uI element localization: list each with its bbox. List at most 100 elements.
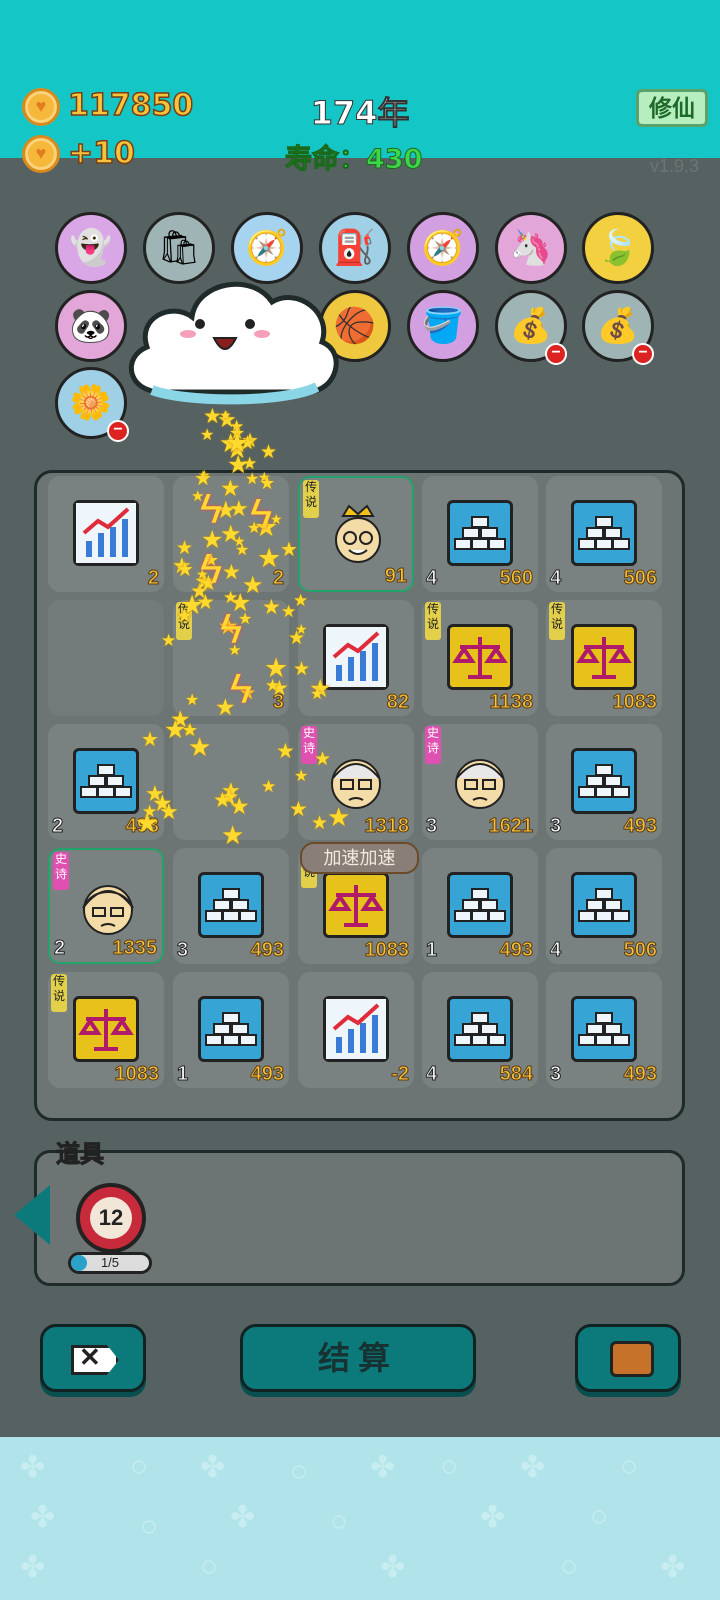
board-cell[interactable]: 3 493 [173, 848, 289, 964]
leaf-icon[interactable]: 🍃 [582, 212, 654, 284]
star-particle-icon: ★ [233, 533, 246, 549]
bucket-icon[interactable]: 🪣 [407, 290, 479, 362]
flower-deco-icon: ✤ [20, 1451, 46, 1484]
star-particle-icon: ★ [164, 716, 187, 744]
settle-button[interactable]: 结算 [240, 1324, 476, 1392]
cell-value: 493 [499, 939, 533, 962]
remove-icon[interactable]: − [545, 343, 567, 365]
gold-bars-icon [198, 996, 264, 1062]
prop-progress-text: 1/5 [100, 1255, 120, 1270]
cell-value: 584 [499, 1063, 533, 1086]
star-particle-icon: ★ [219, 407, 232, 423]
star-particle-icon: ★ [159, 799, 179, 824]
lightning-icon: ϟ [230, 665, 253, 712]
cell-value: 1083 [114, 1063, 159, 1086]
star-particle-icon: ★ [311, 813, 329, 834]
cell-level: 2 [51, 815, 64, 838]
compass-purple-icon[interactable]: 🧭 [407, 212, 479, 284]
lightning-icon: ϟ [220, 605, 243, 652]
flower-deco-icon: ✤ [230, 1501, 256, 1534]
close-icon: ✕ [79, 1342, 101, 1372]
star-particle-icon: ★ [310, 686, 325, 703]
cell-level: 1 [176, 1063, 189, 1086]
gold-bars-icon [571, 748, 637, 814]
star-particle-icon: ★ [289, 798, 308, 821]
gold-bars-icon [447, 996, 513, 1062]
prop-count: 12 [90, 1197, 132, 1239]
board-cell[interactable]: 3 493 [546, 972, 662, 1088]
flower-deco-icon: ✤ [520, 1451, 546, 1484]
cultivate-button[interactable]: 修仙 [636, 89, 708, 127]
star-particle-icon: ★ [264, 653, 289, 683]
board-cell[interactable]: 传说 1138 [422, 600, 538, 716]
circle-deco-icon: ○ [290, 1455, 309, 1488]
cell-level: 3 [549, 815, 562, 838]
star-particle-icon: ★ [221, 820, 245, 850]
star-particle-icon: ★ [327, 802, 351, 832]
income-coin-icon: ♥ [22, 135, 60, 173]
remove-icon[interactable]: − [107, 420, 129, 442]
board-cell[interactable]: 3 493 [546, 724, 662, 840]
flower-deco-icon: ✤ [380, 1551, 406, 1584]
panda-icon[interactable]: 🐼 [55, 290, 127, 362]
flower-deco-icon: ✤ [660, 1551, 686, 1584]
cell-value: -2 [391, 1063, 410, 1086]
coin-icon: ♥ [22, 88, 60, 126]
close-button[interactable]: ✕ [40, 1324, 146, 1392]
board-cell[interactable]: -2 [298, 972, 414, 1088]
cell-value: 493 [623, 1063, 657, 1086]
bag-button[interactable] [575, 1324, 681, 1392]
star-particle-icon: ★ [276, 740, 295, 763]
gold-bars-icon [571, 996, 637, 1062]
flower-deco-icon: ✤ [480, 1501, 506, 1534]
prev-arrow-icon[interactable] [14, 1185, 50, 1245]
old-man-face-icon [447, 748, 513, 814]
cell-value: 1621 [488, 815, 533, 838]
board-cell[interactable]: 4 506 [546, 476, 662, 592]
chart-up-icon [323, 996, 389, 1062]
remove-icon[interactable]: − [632, 343, 654, 365]
props-title: 道具 [56, 1141, 105, 1169]
rarity-tag: 史诗 [53, 852, 69, 890]
version-label: v1.9.3 [650, 156, 700, 176]
star-particle-icon: ★ [280, 539, 298, 561]
cell-value: 493 [250, 1063, 284, 1086]
lightning-icon: ϟ [200, 485, 223, 532]
board-cell[interactable]: 4 584 [422, 972, 538, 1088]
cell-value: 506 [623, 567, 657, 590]
star-particle-icon: ★ [314, 749, 332, 770]
cell-level: 2 [53, 937, 66, 960]
rarity-tag: 传说 [549, 602, 565, 640]
cell-level: 3 [549, 1063, 562, 1086]
star-particle-icon: ★ [260, 442, 278, 463]
scale-icon [571, 624, 637, 690]
traffic-light-ghost-icon[interactable]: 👻 [55, 212, 127, 284]
star-particle-icon: ★ [141, 729, 159, 751]
circle-deco-icon: ○ [200, 1550, 219, 1583]
cell-level: 1 [425, 939, 438, 962]
star-particle-icon: ★ [281, 602, 297, 621]
board-cell[interactable]: 1 493 [422, 848, 538, 964]
board-cell[interactable]: 4 560 [422, 476, 538, 592]
board-cell[interactable]: 史诗 2 1335 [48, 848, 164, 964]
cell-level: 4 [549, 567, 562, 590]
prop-progress-bar: 1/5 [68, 1252, 152, 1274]
star-particle-icon: ★ [257, 543, 282, 573]
target-prop-icon[interactable]: 12 [76, 1183, 146, 1253]
scale-icon [447, 624, 513, 690]
briefcase-icon [610, 1341, 654, 1377]
cell-value: 1083 [612, 691, 657, 714]
board-cell[interactable]: 1 493 [173, 972, 289, 1088]
circle-deco-icon: ○ [130, 1450, 149, 1483]
circle-deco-icon: ○ [590, 1500, 609, 1533]
unicorn-icon[interactable]: 🦄 [495, 212, 567, 284]
board-cell[interactable]: 传说 1083 [48, 972, 164, 1088]
lightning-icon: ϟ [200, 545, 223, 592]
star-particle-icon: ★ [294, 768, 309, 785]
board-cell[interactable]: 史诗 3 1621 [422, 724, 538, 840]
board-cell[interactable]: 传说 1083 [546, 600, 662, 716]
cell-level: 3 [176, 939, 189, 962]
lifespan-display: 寿命：430 [284, 144, 423, 176]
board-cell[interactable]: 4 506 [546, 848, 662, 964]
coin-total: 117850 [67, 87, 194, 124]
